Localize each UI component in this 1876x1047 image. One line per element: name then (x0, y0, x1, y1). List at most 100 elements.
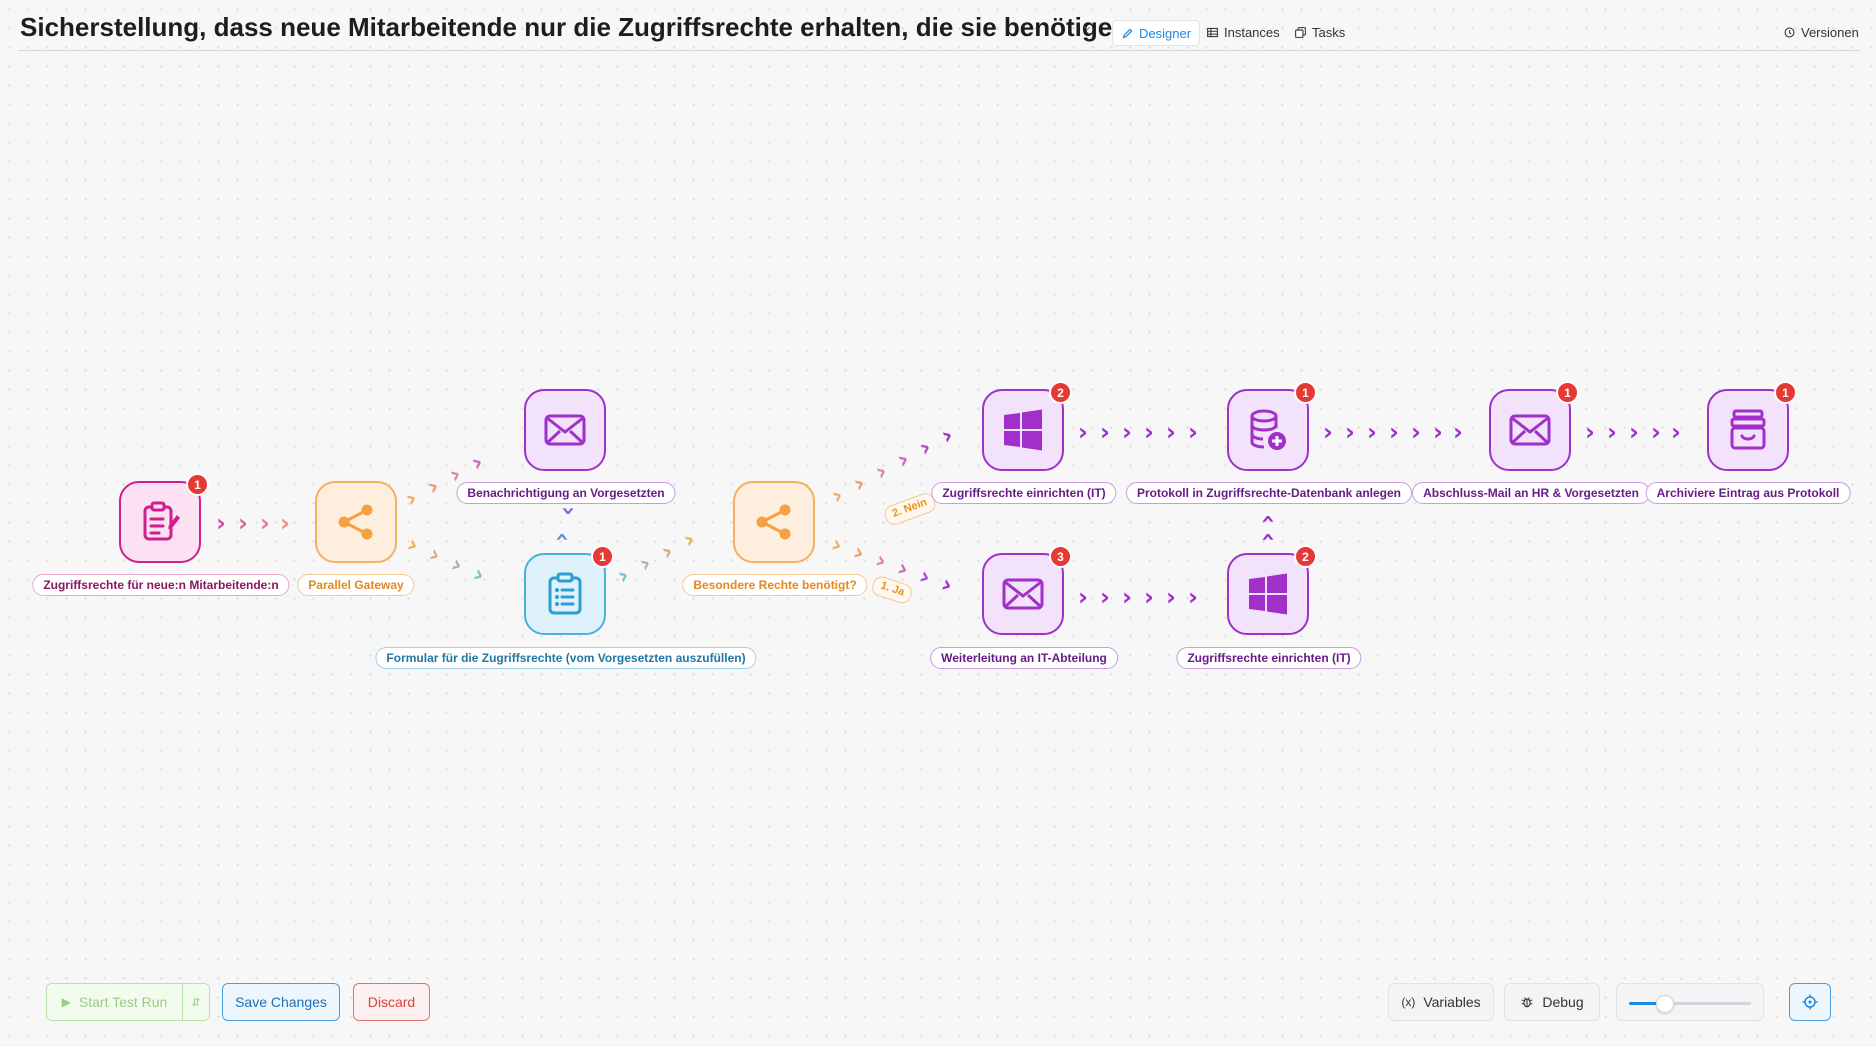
flow-edges: › › › › › › › › › › › › › › › › › › › › › ›… (216, 418, 1681, 611)
label-notify-manager[interactable]: Benachrichtigung an Vorgesetzten (456, 482, 676, 504)
node-notify-manager[interactable] (524, 389, 606, 471)
svg-text:›: › (1078, 418, 1088, 446)
start-test-run-label: Start Test Run (78, 994, 168, 1010)
label-special-rights-gateway[interactable]: Besondere Rechte benötigt? (682, 574, 868, 596)
variables-button[interactable]: (x) Variables (1388, 983, 1494, 1021)
node-archive[interactable]: 1 (1707, 381, 1797, 471)
svg-text:›: › (827, 530, 847, 560)
tasks-icon (1295, 26, 1306, 38)
svg-text:›: › (1144, 418, 1154, 446)
history-icon (1784, 27, 1795, 37)
svg-text:›: › (1100, 583, 1110, 611)
node-log-db[interactable]: 1 (1227, 381, 1317, 471)
crosshair-icon (1802, 994, 1818, 1010)
svg-text:›: › (937, 421, 958, 451)
svg-text:›: › (1122, 583, 1132, 611)
table-icon (1207, 27, 1218, 37)
node-forward-it[interactable]: 3 (982, 545, 1072, 635)
save-changes-button[interactable]: Save Changes (222, 983, 340, 1021)
tab-designer-label: Designer (1139, 25, 1192, 41)
svg-text:›: › (1166, 418, 1176, 446)
process-title[interactable]: Sicherstellung, dass neue Mitarbeitende … (20, 12, 1128, 43)
archive-icon (1730, 409, 1766, 450)
tab-designer[interactable]: Designer (1112, 20, 1201, 46)
badge-manager-form: 1 (591, 545, 614, 568)
mail-icon (1509, 414, 1551, 446)
node-special-rights-gateway[interactable] (733, 481, 815, 563)
svg-text:›: › (401, 484, 422, 514)
branch-label-no: 2. Nein (882, 490, 938, 528)
svg-text:›: › (679, 525, 700, 555)
svg-text:›: › (555, 506, 583, 516)
svg-text:›: › (893, 554, 913, 584)
svg-text:›: › (1629, 418, 1639, 446)
discard-button[interactable]: Discard (353, 983, 430, 1021)
debug-button[interactable]: Debug (1504, 983, 1600, 1021)
svg-text:›: › (1585, 418, 1595, 446)
svg-text:›: › (613, 561, 634, 591)
label-forward-it[interactable]: Weiterleitung an IT-Abteilung (930, 647, 1118, 669)
svg-text:›: › (260, 509, 270, 537)
versions-button[interactable]: Versionen (1783, 20, 1859, 44)
node-manager-form[interactable]: 1 (524, 545, 614, 635)
label-final-mail[interactable]: Abschluss-Mail an HR & Vorgesetzten (1412, 482, 1650, 504)
tab-instances-label: Instances (1224, 24, 1280, 40)
badge-final-mail: 1 (1556, 381, 1579, 404)
label-parallel-gateway[interactable]: Parallel Gateway (297, 574, 415, 596)
svg-text:›: › (238, 509, 248, 537)
form-edit-icon (143, 501, 180, 541)
header-divider (18, 50, 1860, 51)
node-parallel-gateway[interactable] (315, 481, 397, 563)
label-start-form[interactable]: Zugriffsrechte für neue:n Mitarbeitende:… (32, 574, 290, 596)
svg-text:›: › (827, 481, 848, 511)
svg-text:›: › (893, 445, 914, 475)
svg-text:›: › (1122, 418, 1132, 446)
zoom-thumb[interactable] (1655, 995, 1674, 1013)
database-add-icon (1250, 409, 1286, 450)
svg-text:›: › (467, 448, 488, 478)
header-bar: Sicherstellung, dass neue Mitarbeitende … (0, 0, 1876, 52)
title-chevron-down-icon[interactable]: ⌄ (1082, 18, 1093, 34)
edge-setup-bottom-to-log: › › (1253, 514, 1281, 542)
tab-tasks[interactable]: Tasks (1294, 20, 1345, 44)
node-setup-rights-bottom[interactable]: 2 (1227, 545, 1317, 635)
zoom-slider[interactable] (1616, 983, 1764, 1021)
svg-text:›: › (1367, 418, 1377, 446)
node-final-mail[interactable]: 1 (1489, 381, 1579, 471)
svg-text:›: › (403, 530, 424, 560)
fit-view-button[interactable] (1789, 983, 1831, 1021)
svg-text:›: › (280, 509, 290, 537)
edge-forward-to-setup-bottom: › › › › › › (1078, 583, 1198, 611)
svg-text:›: › (1323, 418, 1333, 446)
svg-text:›: › (216, 509, 226, 537)
bug-icon (1522, 997, 1533, 1008)
test-run-options-button[interactable]: ⇵ (182, 983, 210, 1021)
label-manager-form[interactable]: Formular für die Zugriffsrechte (vom Vor… (375, 647, 757, 669)
edge-setup-top-to-log: › › › › › › (1078, 418, 1198, 446)
mail-icon (1002, 578, 1044, 610)
label-setup-rights-bottom[interactable]: Zugriffsrechte einrichten (IT) (1176, 647, 1362, 669)
label-setup-rights-top[interactable]: Zugriffsrechte einrichten (IT) (931, 482, 1117, 504)
badge-start-form: 1 (186, 473, 209, 496)
badge-log-db: 1 (1294, 381, 1317, 404)
badge-archive: 1 (1774, 381, 1797, 404)
node-start-form[interactable]: 1 (119, 473, 209, 563)
svg-text:›: › (469, 560, 490, 590)
label-log-db[interactable]: Protokoll in Zugriffsrechte-Datenbank an… (1125, 482, 1413, 504)
tab-instances[interactable]: Instances (1206, 20, 1280, 44)
variable-icon: (x) (1401, 995, 1416, 1009)
label-archive[interactable]: Archiviere Eintrag aus Protokoll (1645, 482, 1851, 504)
svg-text:›: › (1188, 583, 1198, 611)
svg-text:›: › (1411, 418, 1421, 446)
edge-notify-to-form: › › (547, 506, 583, 542)
badge-setup-rights-bottom: 2 (1294, 545, 1317, 568)
svg-text:›: › (849, 469, 870, 499)
chevron-up-down-icon: ⇵ (191, 996, 201, 1009)
svg-text:›: › (425, 540, 446, 570)
badge-setup-rights-top: 2 (1049, 381, 1072, 404)
node-setup-rights-top[interactable]: 2 (982, 381, 1072, 471)
edge-log-to-mail: › › › › › › › (1323, 418, 1463, 446)
start-test-run-button[interactable]: ▶ Start Test Run (46, 983, 182, 1021)
svg-text:›: › (915, 562, 935, 592)
clipboard-list-icon (548, 572, 582, 615)
